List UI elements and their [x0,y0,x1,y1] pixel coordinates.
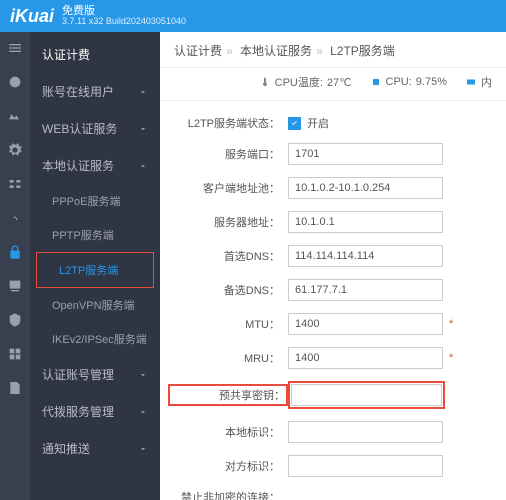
settings-icon[interactable] [7,142,23,158]
logs-icon[interactable] [7,380,23,396]
chevron-down-icon [138,407,148,417]
required-star: * [449,352,453,364]
mtu-input[interactable] [288,313,443,335]
security-icon[interactable] [7,312,23,328]
status-label: L2TP服务端状态： [168,115,288,131]
sidebar-sub-openvpn[interactable]: OpenVPN服务端 [30,288,160,322]
build-label: 3.7.11 x32 Build202403051040 [62,17,186,27]
cpu-icon [370,76,382,88]
port-input[interactable] [288,143,443,165]
peer-label: 对方标识： [168,458,288,474]
pool-label: 客户端地址池： [168,180,288,196]
local-label: 本地标识： [168,424,288,440]
dns1-label: 首选DNS： [168,248,288,264]
sidebar-sub-pptp[interactable]: PPTP服务端 [30,218,160,252]
bc-3: L2TP服务端 [330,44,395,58]
psk-input[interactable] [291,384,442,406]
sidebar-item-proxy[interactable]: 代拨服务管理 [30,393,160,430]
sidebar: 认证计费 账号在线用户 WEB认证服务 本地认证服务 PPPoE服务端 PPTP… [30,32,160,500]
bc-1[interactable]: 认证计费 [174,44,222,58]
chevron-down-icon [138,370,148,380]
cpu-temp: CPU温度:27℃ [259,74,352,90]
sidebar-item-localauth[interactable]: 本地认证服务 [30,147,160,184]
logo: iKuai [10,6,54,27]
sidebar-sub-l2tp[interactable]: L2TP服务端 [37,253,153,287]
srv-input[interactable] [288,211,443,233]
status-checkbox[interactable]: 开启 [288,115,329,131]
local-input[interactable] [288,421,443,443]
chevron-down-icon [138,124,148,134]
icon-rail [0,32,30,500]
bc-2[interactable]: 本地认证服务 [240,44,312,58]
app-icon[interactable] [7,346,23,362]
version-info: 免费版 3.7.11 x32 Build202403051040 [62,5,186,27]
check-icon [288,117,301,130]
dns2-label: 备选DNS： [168,282,288,298]
dns2-input[interactable] [288,279,443,301]
chevron-down-icon [138,444,148,454]
required-star: * [449,318,453,330]
psk-label: 预共享密钥： [168,384,288,406]
dashboard-icon[interactable] [7,74,23,90]
deny-label: 禁止非加密的连接： [168,489,288,500]
port-label: 服务端口： [168,146,288,162]
sidebar-title: 认证计费 [30,32,160,73]
thermometer-icon [259,76,271,88]
auth-icon[interactable] [7,244,23,260]
chevron-up-icon [138,161,148,171]
srv-label: 服务器地址： [168,214,288,230]
sidebar-item-webauth[interactable]: WEB认证服务 [30,110,160,147]
config-form: L2TP服务端状态： 开启 服务端口： 客户端地址池： 服务器地址： 首选DNS… [160,101,506,500]
monitor-icon[interactable] [7,108,23,124]
network-icon[interactable] [7,176,23,192]
memory-icon [465,76,477,88]
peer-input[interactable] [288,455,443,477]
chevron-down-icon [138,87,148,97]
flow-icon[interactable] [7,210,23,226]
breadcrumb: 认证计费» 本地认证服务» L2TP服务端 [160,32,506,68]
mtu-label: MTU： [168,316,288,332]
menu-icon[interactable] [7,40,23,56]
behavior-icon[interactable] [7,278,23,294]
sidebar-item-notify[interactable]: 通知推送 [30,430,160,467]
cpu-usage: CPU:9.75% [370,76,447,88]
sidebar-sub-ikev2[interactable]: IKEv2/IPSec服务端 [30,322,160,356]
content-area: 认证计费» 本地认证服务» L2TP服务端 CPU温度:27℃ CPU:9.75… [160,32,506,500]
sidebar-sub-pppoe[interactable]: PPPoE服务端 [30,184,160,218]
sidebar-item-accounts[interactable]: 认证账号管理 [30,356,160,393]
mru-label: MRU： [168,350,288,366]
mru-input[interactable] [288,347,443,369]
dns1-input[interactable] [288,245,443,267]
status-bar: CPU温度:27℃ CPU:9.75% 内 [160,68,506,101]
sidebar-item-online[interactable]: 账号在线用户 [30,73,160,110]
mem-usage: 内 [465,74,492,90]
app-header: iKuai 免费版 3.7.11 x32 Build202403051040 [0,0,506,32]
pool-input[interactable] [288,177,443,199]
